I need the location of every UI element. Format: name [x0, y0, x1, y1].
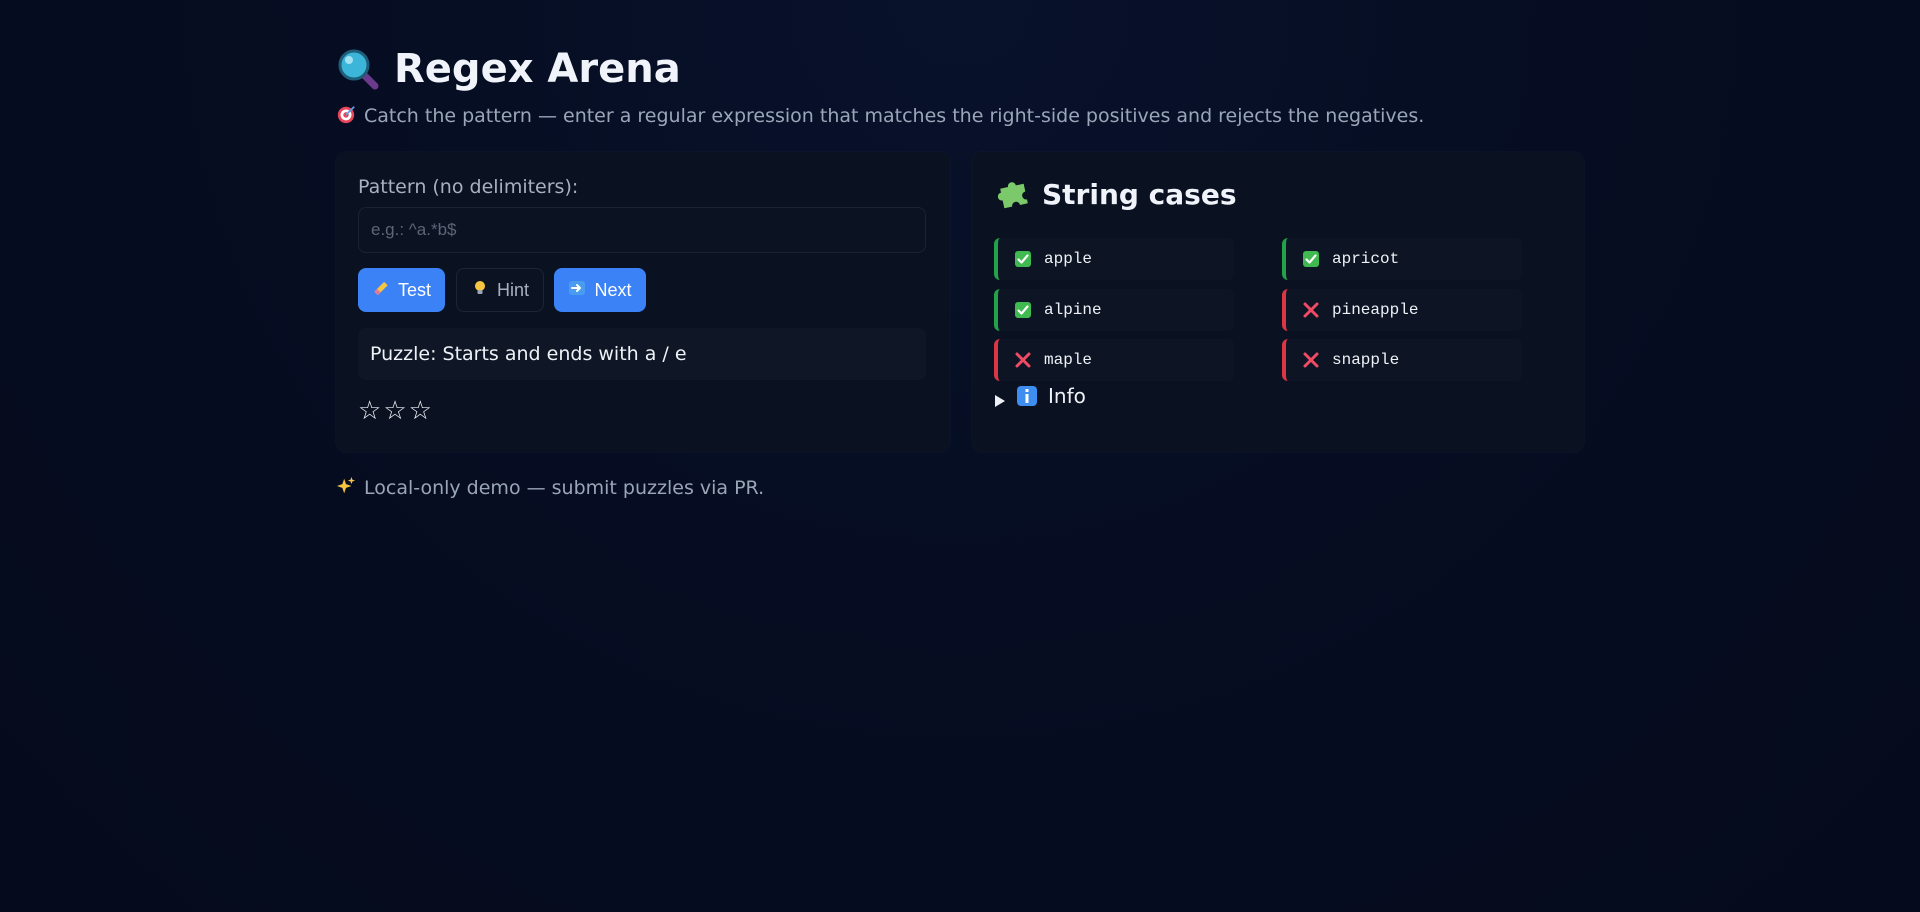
- puzzle-description: Puzzle: Starts and ends with a / e: [358, 328, 926, 380]
- case-item: snapple: [1282, 339, 1522, 381]
- footer-text: Local-only demo — submit puzzles via PR.: [364, 477, 765, 499]
- star-icon: ☆: [408, 396, 432, 426]
- puzzle-piece-icon: [997, 178, 1030, 210]
- case-text: apricot: [1332, 250, 1400, 268]
- puzzle-text: Puzzle: Starts and ends with a / e: [370, 343, 687, 365]
- target-icon: [336, 104, 356, 129]
- next-button[interactable]: Next: [554, 268, 646, 312]
- case-item: apricot: [1282, 238, 1522, 280]
- pattern-input[interactable]: [358, 207, 926, 253]
- star-icon: ☆: [383, 396, 407, 426]
- case-text: alpine: [1044, 301, 1102, 319]
- ruler-pencil-icon: [372, 279, 390, 302]
- info-icon: [1016, 385, 1038, 407]
- page-title: Regex Arena: [394, 46, 681, 92]
- check-icon: [1014, 301, 1032, 319]
- cross-icon: [1302, 351, 1320, 369]
- case-item: maple: [994, 339, 1234, 381]
- star-rating: ☆ ☆ ☆: [358, 396, 432, 428]
- cases-header: String cases: [997, 176, 1237, 212]
- magnifier-icon: [336, 47, 380, 91]
- test-button[interactable]: Test: [358, 268, 445, 312]
- case-item: alpine: [994, 289, 1234, 331]
- star-icon: ☆: [358, 396, 382, 426]
- next-button-label: Next: [594, 279, 632, 300]
- hint-button[interactable]: Hint: [456, 268, 544, 312]
- info-label: Info: [1048, 384, 1086, 408]
- test-button-label: Test: [397, 279, 431, 300]
- subtitle-text: Catch the pattern — enter a regular expr…: [364, 105, 1425, 127]
- info-toggle[interactable]: Info: [994, 382, 1086, 410]
- check-icon: [1302, 250, 1320, 268]
- arrow-right-icon: [568, 279, 586, 302]
- footer: Local-only demo — submit puzzles via PR.: [336, 476, 764, 500]
- case-text: maple: [1044, 351, 1093, 369]
- case-text: pineapple: [1332, 301, 1419, 319]
- case-item: apple: [994, 238, 1234, 280]
- case-text: snapple: [1332, 351, 1400, 369]
- hint-button-label: Hint: [496, 279, 529, 300]
- sparkles-icon: [336, 476, 356, 501]
- page-header: Regex Arena: [336, 46, 681, 92]
- cross-icon: [1302, 301, 1320, 319]
- check-icon: [1014, 250, 1032, 268]
- page-subtitle: Catch the pattern — enter a regular expr…: [336, 104, 1424, 128]
- cross-icon: [1014, 351, 1032, 369]
- lightbulb-icon: [471, 279, 489, 302]
- cases-title: String cases: [1042, 177, 1237, 211]
- case-text: apple: [1044, 250, 1093, 268]
- pattern-label: Pattern (no delimiters):: [358, 176, 579, 198]
- triangle-right-icon: [994, 389, 1006, 407]
- case-item: pineapple: [1282, 289, 1522, 331]
